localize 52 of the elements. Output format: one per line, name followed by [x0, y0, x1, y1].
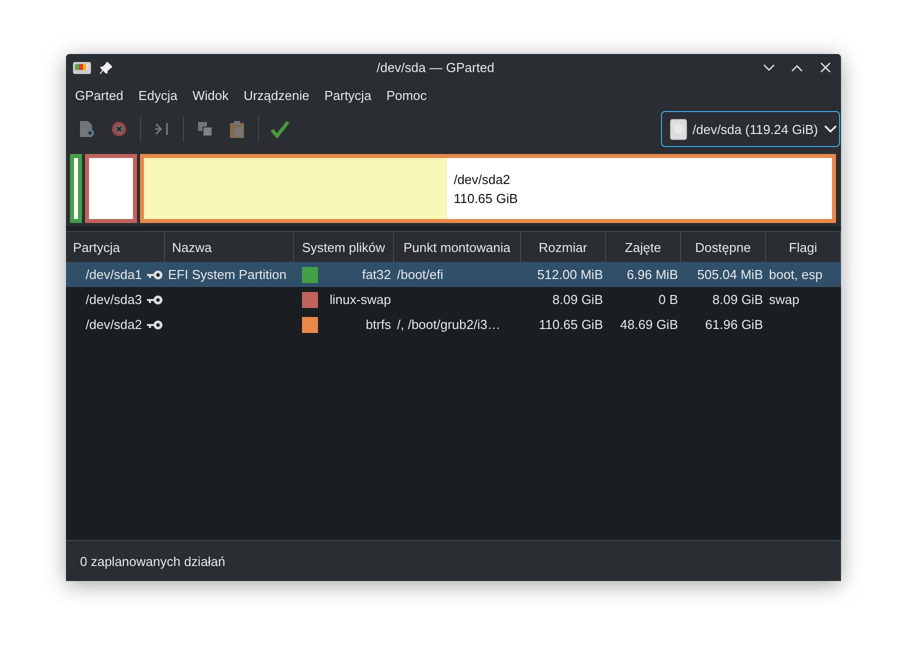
- partition-block[interactable]: /dev/sda2 110.65 GiB: [140, 154, 836, 223]
- table-cell-text: 61.96 GiB: [704, 317, 764, 332]
- menu-item[interactable]: Urządzenie: [238, 85, 316, 106]
- key-icon: [147, 294, 163, 304]
- chevron-up-icon: [791, 64, 803, 72]
- menu-item[interactable]: Widok: [186, 85, 235, 106]
- new-partition-icon: [79, 120, 95, 138]
- delete-icon: [111, 121, 127, 137]
- disk-app-icon: [72, 60, 92, 76]
- table-cell-text: fat32: [361, 267, 392, 282]
- chevron-down-icon: [763, 64, 775, 72]
- table-cell-text: btrfs: [364, 317, 392, 332]
- table-cell-text: /dev/sda3: [84, 292, 143, 307]
- partition-size: 110.65 GiB: [454, 190, 518, 206]
- table-cell-text: 505.04 MiB: [696, 267, 764, 282]
- table-cell-text: linux-swap: [328, 292, 392, 307]
- table-cell-text: /boot/efi: [396, 267, 444, 282]
- partition-name: /dev/sda2: [454, 172, 512, 186]
- table-cell-text: /, /boot/grub2/i3…: [396, 317, 502, 332]
- partition-block[interactable]: [70, 154, 82, 223]
- menu-item[interactable]: Partycja: [318, 85, 378, 106]
- table-cell-text: 8.09 GiB: [711, 292, 764, 307]
- chevron-bar-icon: [154, 122, 170, 136]
- status-text: 0 zaplanowanych działań: [80, 554, 226, 568]
- table-cell-text: 110.65 GiB: [538, 317, 604, 332]
- close-icon: [820, 62, 830, 73]
- menu-item[interactable]: Pomoc: [380, 85, 433, 106]
- partition-block[interactable]: [85, 154, 137, 223]
- table-cell-text: /dev/sda2: [84, 317, 143, 332]
- key-icon: [147, 320, 163, 330]
- device-dropdown[interactable]: /dev/sda (119.24 GiB): [660, 111, 840, 147]
- table-cell-text: EFI System Partition: [167, 267, 288, 282]
- table-cell-text: 6.96 MiB: [626, 267, 679, 282]
- menu-item[interactable]: Edycja: [132, 85, 184, 106]
- table-cell-text: 48.69 GiB: [619, 317, 679, 332]
- table-cell-text: /dev/sda1: [84, 267, 143, 282]
- copy-icon: [197, 121, 213, 137]
- key-icon: [147, 270, 163, 280]
- menu-item[interactable]: GParted: [69, 85, 130, 106]
- table-cell-text: swap: [768, 292, 800, 307]
- window-title: /dev/sda — GParted: [376, 60, 496, 75]
- table-cell-text: 0 B: [657, 292, 679, 307]
- table-row[interactable]: /dev/sda3 linux-swap 8.09 GiB 0 B 8.09 GiB swap: [66, 287, 841, 312]
- chevron-down-icon: [824, 125, 837, 133]
- table-row[interactable]: /dev/sda1 EFI System Partition fat32 /boot/efi 512.00 MiB 6.96 MiB 505.04 MiB boot, esp: [66, 262, 841, 287]
- table-row[interactable]: /dev/sda2 btrfs /, /boot/grub2/i3… 110.65 GiB 48.69 GiB 61.96 GiB: [66, 312, 841, 337]
- checkmark-icon: [270, 120, 290, 138]
- table-cell-text: 512.00 MiB: [536, 267, 604, 282]
- paste-icon: [229, 120, 245, 138]
- table-cell-text: 8.09 GiB: [551, 292, 604, 307]
- table-cell-text: boot, esp: [768, 267, 824, 282]
- pin-icon[interactable]: [100, 62, 112, 74]
